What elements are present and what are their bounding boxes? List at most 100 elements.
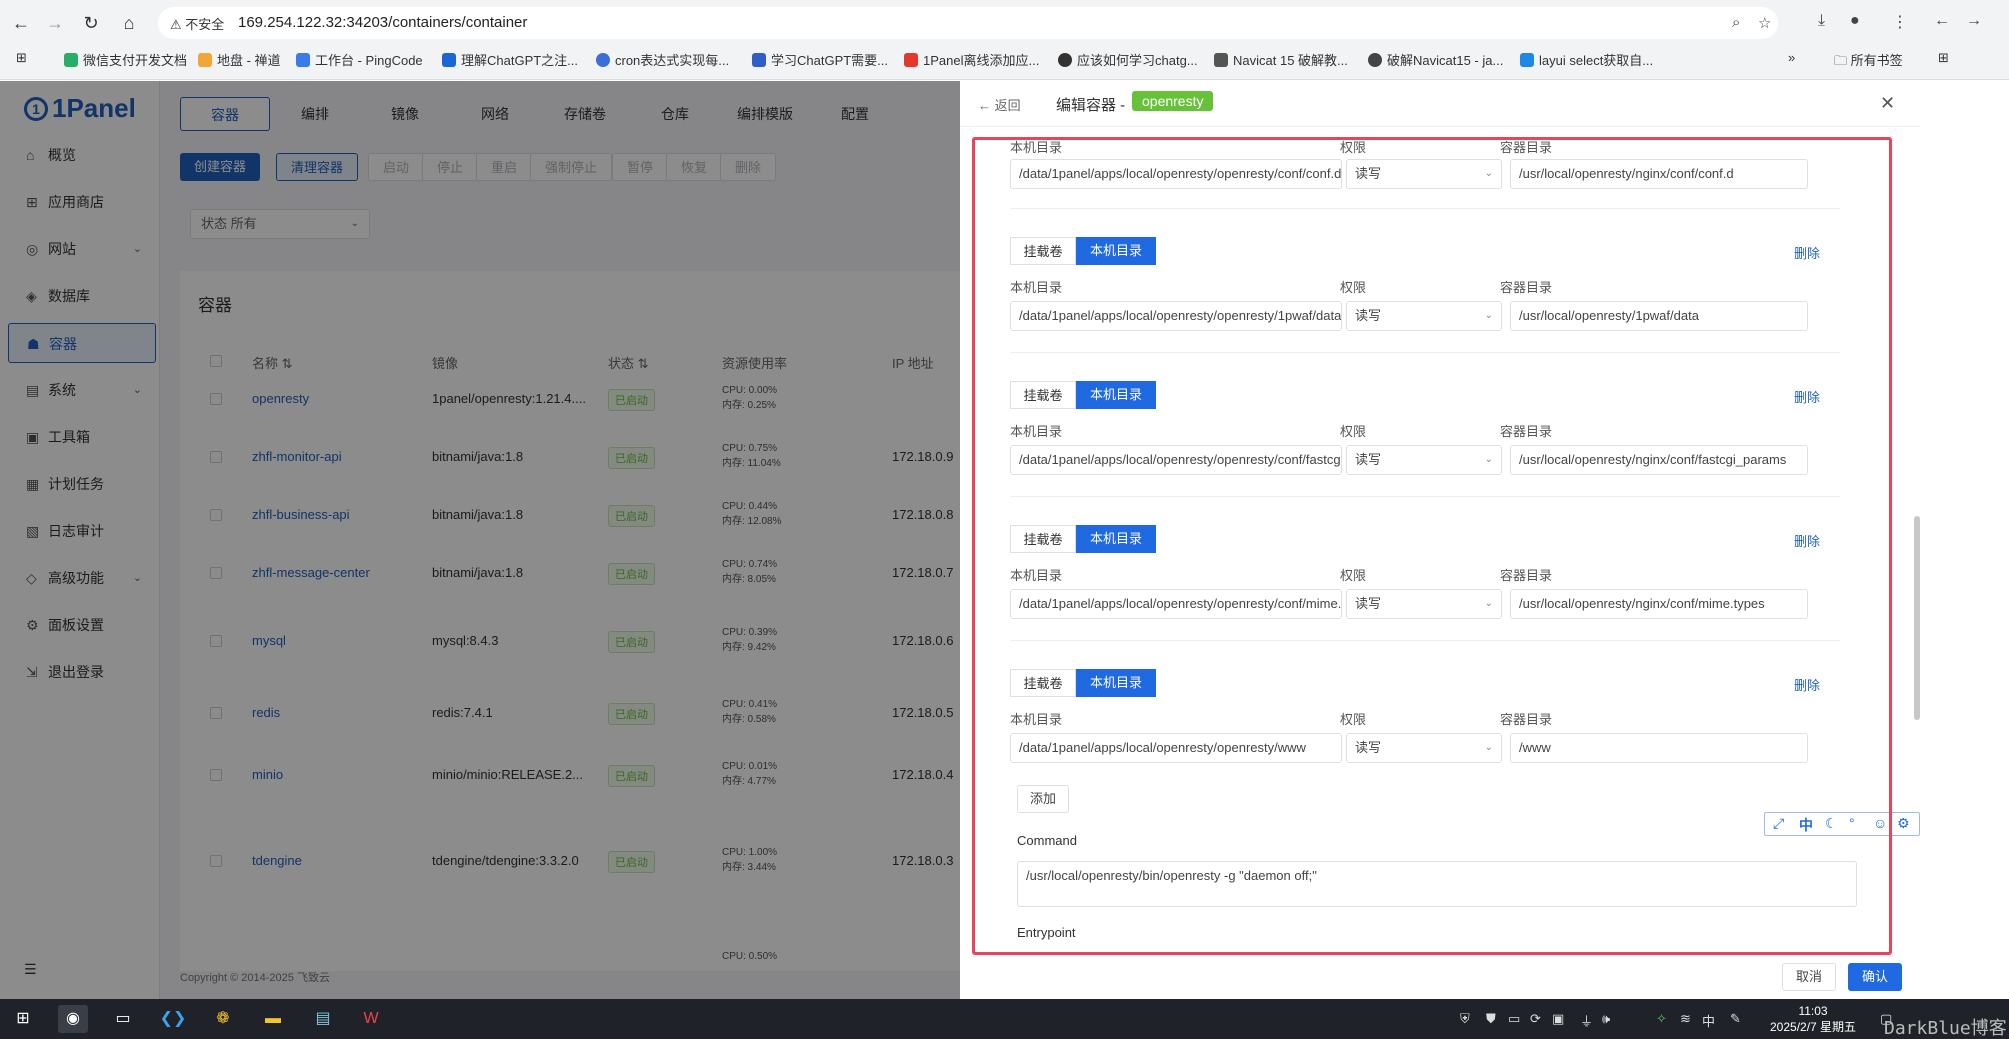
monitor-icon[interactable]: ▭ xyxy=(1508,1011,1520,1027)
reload-icon[interactable]: ↻ xyxy=(80,12,102,34)
insecure-warning[interactable]: ⚠ 不安全 xyxy=(170,14,224,33)
bookmark-item[interactable]: layui select获取自... xyxy=(1520,50,1653,69)
bookmark-label: layui select获取自... xyxy=(1539,53,1654,68)
zoom-icon[interactable]: ⌕ xyxy=(1732,14,1740,31)
volume-icon[interactable]: 🕪 xyxy=(1602,1011,1610,1027)
usb-icon[interactable]: ⏚ xyxy=(1580,1011,1593,1030)
drawer-scrollbar[interactable] xyxy=(1914,516,1920,720)
tool-app-icon[interactable]: ❁ xyxy=(208,1005,238,1033)
bookmark-item[interactable]: cron表达式实现每... xyxy=(596,50,729,69)
delete-mount-link[interactable]: 删除 xyxy=(1794,243,1820,262)
windows-start-icon[interactable]: ⊞ xyxy=(8,1005,38,1033)
shield-icon[interactable]: ⛨ xyxy=(1460,1011,1470,1027)
bookmark-item[interactable]: Navicat 15 破解教... xyxy=(1214,50,1348,69)
back-button[interactable]: ← 返回 xyxy=(978,95,1021,114)
command-textarea[interactable]: /usr/local/openresty/bin/openresty -g "d… xyxy=(1017,861,1857,907)
ime-chinese-mode[interactable]: 中 xyxy=(1799,815,1813,835)
bookmark-item[interactable]: 破解Navicat15 - ja... xyxy=(1368,50,1503,69)
container-dir-input[interactable]: /usr/local/openresty/nginx/conf/conf.d xyxy=(1510,159,1808,189)
host-dir-input[interactable]: /data/1panel/apps/local/openresty/openre… xyxy=(1010,445,1342,475)
mount-type-volume-tab[interactable]: 挂载卷 xyxy=(1010,237,1076,265)
confirm-button[interactable]: 确认 xyxy=(1848,963,1902,991)
home-icon[interactable]: ⌂ xyxy=(118,12,140,34)
profile-icon[interactable]: ● xyxy=(1850,12,1860,30)
wifi-icon[interactable]: ≋ xyxy=(1680,1011,1691,1027)
clipboard-icon[interactable]: ✎ xyxy=(1730,1011,1741,1027)
notepad-icon[interactable]: ▤ xyxy=(308,1005,338,1033)
forward-arrow-icon-2[interactable]: → xyxy=(1966,12,1982,30)
mount-type-volume-tab[interactable]: 挂载卷 xyxy=(1010,525,1076,553)
delete-mount-link[interactable]: 删除 xyxy=(1794,531,1820,550)
bookmark-label: cron表达式实现每... xyxy=(615,53,730,68)
bookmark-item[interactable]: 学习ChatGPT需要... xyxy=(752,50,888,69)
url-text[interactable]: 169.254.122.32:34203/containers/containe… xyxy=(238,14,527,31)
permission-label: 权限 xyxy=(1340,568,1367,583)
punctuation-icon[interactable]: ° xyxy=(1849,815,1855,831)
modal-overlay[interactable] xyxy=(0,81,960,999)
gear-icon[interactable]: ⚙ xyxy=(1897,815,1910,832)
bookmark-item[interactable]: 微信支付开发文档 xyxy=(64,50,187,69)
address-bar[interactable]: ⚠ 不安全 169.254.122.32:34203/containers/co… xyxy=(158,7,1778,39)
file-explorer-icon[interactable]: ▬ xyxy=(258,1005,288,1033)
delete-mount-link[interactable]: 删除 xyxy=(1794,675,1820,694)
container-dir-input[interactable]: /usr/local/openresty/1pwaf/data xyxy=(1510,301,1808,331)
mount-type-hostdir-tab[interactable]: 本机目录 xyxy=(1076,237,1156,265)
remote-desktop-icon[interactable]: ▭ xyxy=(108,1005,138,1033)
moon-icon[interactable]: ☾ xyxy=(1825,815,1838,832)
delete-mount-link[interactable]: 删除 xyxy=(1794,387,1820,406)
bookmarks-bar: ⊞ 微信支付开发文档 地盘 - 禅道 工作台 - PingCode 理解Chat… xyxy=(0,46,2009,76)
mount-type-volume-tab[interactable]: 挂载卷 xyxy=(1010,381,1076,409)
tray-app-green-icon[interactable]: ✧ xyxy=(1656,1011,1667,1027)
host-dir-input[interactable]: /data/1panel/apps/local/openresty/openre… xyxy=(1010,733,1342,763)
bookmark-item[interactable]: 理解ChatGPT之注... xyxy=(442,50,578,69)
user-icon[interactable]: ☺ xyxy=(1873,815,1887,831)
close-icon[interactable]: ✕ xyxy=(1880,93,1895,114)
container-dir-input[interactable]: /usr/local/openresty/nginx/conf/mime.typ… xyxy=(1510,589,1808,619)
container-dir-input[interactable]: /www xyxy=(1510,733,1808,763)
network-security-icon[interactable]: ⛊ xyxy=(1486,1011,1496,1027)
bookmark-item[interactable]: 应该如何学习chatg... xyxy=(1058,50,1198,69)
permission-select[interactable]: 读写 ⌄ xyxy=(1346,159,1502,189)
mount-type-hostdir-tab[interactable]: 本机目录 xyxy=(1076,669,1156,697)
chrome-icon[interactable]: ◉ xyxy=(58,1005,88,1033)
permission-select[interactable]: 读写 ⌄ xyxy=(1346,445,1502,475)
expand-icon[interactable]: ⤢ xyxy=(1773,815,1784,832)
tray-app-icon[interactable]: ▣ xyxy=(1552,1011,1564,1027)
host-dir-input[interactable]: /data/1panel/apps/local/openresty/openre… xyxy=(1010,159,1342,189)
permission-select[interactable]: 读写 ⌄ xyxy=(1346,733,1502,763)
permission-select[interactable]: 读写 ⌄ xyxy=(1346,301,1502,331)
sync-icon[interactable]: ⟳ xyxy=(1530,1011,1541,1027)
bookmark-item[interactable]: 工作台 - PingCode xyxy=(296,50,423,69)
windows-taskbar: ⊞ ◉ ▭ ❮❯ ❁ ▬ ▤ W ⛨ ⛊ ▭ ⟳ ▣ ⏚ 🕪 ✧ ≋ 中 ✎ 1… xyxy=(0,999,2009,1039)
bookmark-label: 破解Navicat15 - ja... xyxy=(1387,53,1504,68)
all-bookmarks[interactable]: 🗀 所有书签 xyxy=(1834,50,1903,74)
container-dir-input[interactable]: /usr/local/openresty/nginx/conf/fastcgi_… xyxy=(1510,445,1808,475)
container-dir-label: 容器目录 xyxy=(1500,424,1553,439)
chevron-down-icon: ⌄ xyxy=(1484,310,1493,321)
menu-dots-icon[interactable]: ⋮ xyxy=(1892,12,1908,32)
system-clock[interactable]: 11:03 2025/2/7 星期五 xyxy=(1770,1003,1856,1035)
download-icon[interactable]: ⤓ xyxy=(1818,12,1825,30)
back-arrow-icon[interactable]: ← xyxy=(10,12,32,34)
bookmark-star-icon[interactable]: ☆ xyxy=(1758,14,1771,32)
bookmark-item[interactable]: 地盘 - 禅道 xyxy=(198,50,281,69)
ime-lang-indicator[interactable]: 中 xyxy=(1702,1011,1715,1030)
bookmark-item[interactable]: 1Panel离线添加应... xyxy=(904,50,1039,69)
vscode-icon[interactable]: ❮❯ xyxy=(158,1005,188,1033)
permission-select[interactable]: 读写 ⌄ xyxy=(1346,589,1502,619)
back-arrow-icon-2[interactable]: ← xyxy=(1934,12,1950,30)
more-bookmarks-icon[interactable]: » xyxy=(1788,50,1795,65)
mount-type-hostdir-tab[interactable]: 本机目录 xyxy=(1076,525,1156,553)
host-dir-label: 本机目录 xyxy=(1010,280,1063,295)
add-mount-button[interactable]: 添加 xyxy=(1017,785,1069,813)
forward-arrow-icon[interactable]: → xyxy=(44,12,66,34)
host-dir-input[interactable]: /data/1panel/apps/local/openresty/openre… xyxy=(1010,589,1342,619)
host-dir-input[interactable]: /data/1panel/apps/local/openresty/openre… xyxy=(1010,301,1342,331)
divider xyxy=(1010,208,1840,209)
apps-grid-icon[interactable]: ⊞ xyxy=(16,50,27,66)
mount-type-hostdir-tab[interactable]: 本机目录 xyxy=(1076,381,1156,409)
mount-type-volume-tab[interactable]: 挂载卷 xyxy=(1010,669,1076,697)
cancel-button[interactable]: 取消 xyxy=(1782,963,1836,991)
wps-icon[interactable]: W xyxy=(356,1005,386,1033)
apps-grid-icon-2[interactable]: ⊞ xyxy=(1938,50,1949,66)
